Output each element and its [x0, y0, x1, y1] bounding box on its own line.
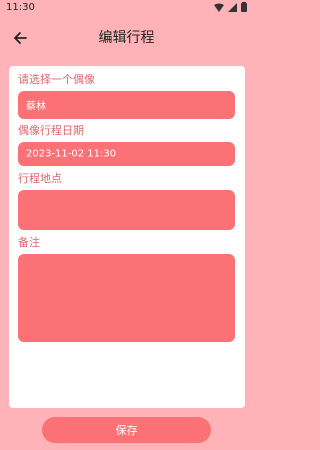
idol-label: 请选择一个偶像: [18, 73, 95, 86]
battery-icon: [241, 2, 247, 12]
idol-value: 蔡林: [26, 101, 46, 113]
location-label: 行程地点: [18, 172, 62, 185]
status-time: 11:30: [6, 2, 35, 13]
status-bar: 11:30: [0, 0, 253, 16]
wifi-icon: [214, 3, 224, 12]
datetime-value: 2023-11-02 11:30: [26, 148, 117, 160]
status-icons: [214, 2, 247, 12]
datetime-field[interactable]: 2023-11-02 11:30: [18, 142, 235, 166]
signal-icon: [228, 2, 237, 12]
save-button[interactable]: 保存: [42, 417, 211, 443]
form-card: 请选择一个偶像 蔡林 偶像行程日期 2023-11-02 11:30 行程地点 …: [9, 66, 245, 408]
notes-textarea[interactable]: [18, 254, 235, 342]
notes-label: 备注: [18, 236, 40, 249]
app-bar: 编辑行程: [0, 22, 253, 54]
idol-select[interactable]: 蔡林: [18, 91, 235, 119]
datetime-label: 偶像行程日期: [18, 124, 84, 137]
location-input[interactable]: [18, 190, 235, 230]
page-title: 编辑行程: [98, 30, 155, 46]
